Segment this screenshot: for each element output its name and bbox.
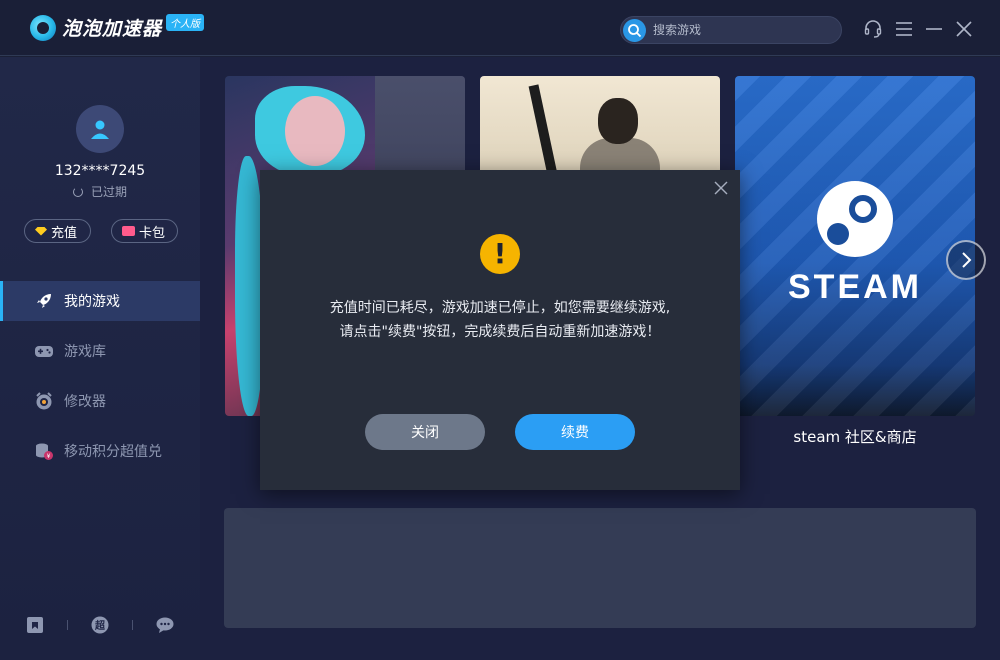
recharge-button[interactable]: 充值 xyxy=(24,219,91,243)
dialog-message-line-2: 请点击"续费"按钮，完成续费后自动重新加速游戏！ xyxy=(339,324,661,340)
edition-badge: 个人版 xyxy=(166,14,205,31)
app-logo: 泡泡加速器 个人版 xyxy=(30,14,205,41)
user-icon xyxy=(91,120,109,139)
sidebar-item-label: 游戏库 xyxy=(64,344,106,360)
app-name: 泡泡加速器 xyxy=(62,18,163,40)
chevron-right-icon xyxy=(962,252,972,268)
refresh-icon xyxy=(72,187,83,197)
wallet-label: 卡包 xyxy=(139,225,166,241)
sidebar-item-label: 修改器 xyxy=(64,394,106,410)
gamepad-icon xyxy=(34,341,54,361)
headset-icon[interactable] xyxy=(862,18,884,40)
steam-logo-icon xyxy=(817,181,893,257)
sidebar: 132****7245 已过期 充值 卡包 我的游戏 游戏库 修改器 ¥ 移动积… xyxy=(0,57,200,660)
svg-text:超: 超 xyxy=(94,619,106,632)
user-phone: 132****7245 xyxy=(54,163,146,179)
warning-icon: ! xyxy=(480,234,520,274)
expired-dialog: ! 充值时间已耗尽，游戏加速已停止，如您需要继续游戏, 请点击"续费"按钮，完成… xyxy=(260,170,740,490)
title-bar: 泡泡加速器 个人版 xyxy=(0,0,1000,56)
diamond-icon xyxy=(35,226,47,236)
wallet-button[interactable]: 卡包 xyxy=(111,219,178,243)
game-card-steam[interactable]: STEAM xyxy=(735,76,975,416)
sidebar-item-modifier[interactable]: 修改器 xyxy=(0,381,200,421)
close-button[interactable]: 关闭 xyxy=(365,414,485,450)
search-input[interactable] xyxy=(653,21,833,39)
dialog-close-icon[interactable] xyxy=(714,180,730,196)
account-status: 已过期 xyxy=(0,183,200,200)
sidebar-item-game-library[interactable]: 游戏库 xyxy=(0,331,200,371)
footer-divider xyxy=(67,620,68,630)
footer-divider xyxy=(132,620,133,630)
minimize-icon[interactable] xyxy=(923,18,945,40)
account-status-text: 已过期 xyxy=(90,185,127,199)
bookmark-icon[interactable] xyxy=(26,616,44,634)
close-icon[interactable] xyxy=(953,18,975,40)
dialog-message-line-1: 充值时间已耗尽，游戏加速已停止，如您需要继续游戏, xyxy=(329,300,671,316)
chat-icon[interactable] xyxy=(156,616,174,634)
search-box[interactable] xyxy=(620,16,842,44)
modifier-icon xyxy=(34,391,54,411)
menu-icon[interactable] xyxy=(893,18,915,40)
avatar[interactable] xyxy=(76,105,124,153)
dialog-message: 充值时间已耗尽，游戏加速已停止，如您需要继续游戏, 请点击"续费"按钮，完成续费… xyxy=(260,296,740,344)
carousel-next-button[interactable] xyxy=(946,240,986,280)
sidebar-item-my-games[interactable]: 我的游戏 xyxy=(0,281,200,321)
logo-mark-icon xyxy=(30,14,56,41)
super-icon[interactable]: 超 xyxy=(91,616,109,634)
renew-button[interactable]: 续费 xyxy=(515,414,635,450)
rocket-icon xyxy=(34,291,54,311)
game-card-caption[interactable]: steam 社区&商店 xyxy=(735,426,975,447)
wallet-icon xyxy=(122,226,135,236)
svg-text:¥: ¥ xyxy=(47,453,51,460)
sidebar-item-label: 我的游戏 xyxy=(64,294,120,310)
sidebar-item-points-exchange[interactable]: ¥ 移动积分超值兑 xyxy=(0,431,200,471)
sidebar-item-label: 移动积分超值兑 xyxy=(64,444,162,460)
steam-logo-text: STEAM xyxy=(788,268,922,306)
coins-icon: ¥ xyxy=(34,441,54,461)
search-icon[interactable] xyxy=(623,19,646,42)
bottom-panel xyxy=(224,508,976,628)
recharge-label: 充值 xyxy=(51,225,78,241)
